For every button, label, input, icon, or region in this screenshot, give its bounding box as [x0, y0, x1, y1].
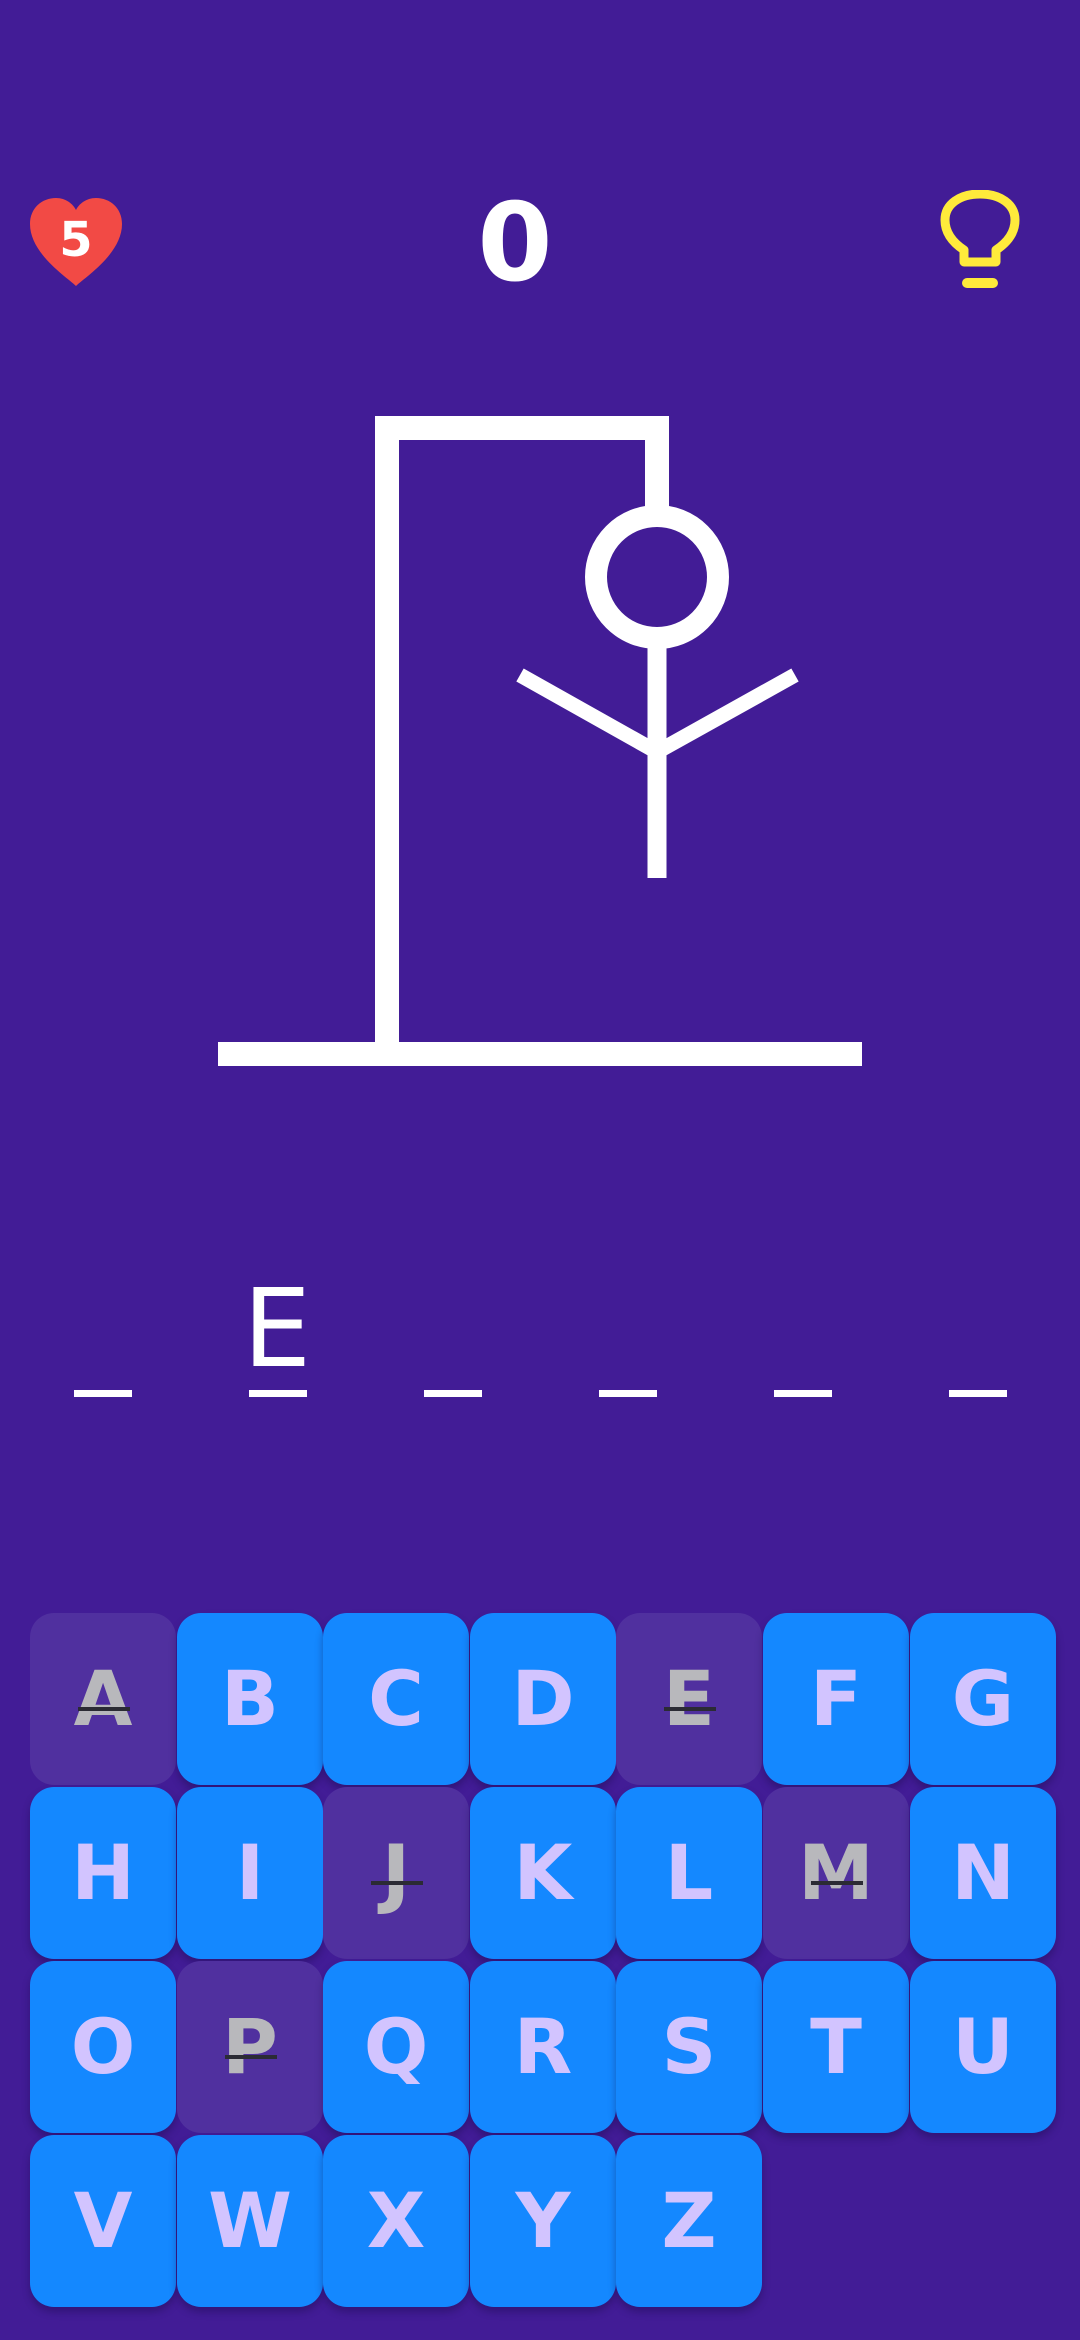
key-d[interactable]: D — [470, 1613, 616, 1785]
key-p[interactable]: P — [177, 1961, 323, 2133]
key-e[interactable]: E — [616, 1613, 762, 1785]
letter-slot — [62, 1270, 142, 1410]
key-r[interactable]: R — [470, 1961, 616, 2133]
slot-underline — [774, 1390, 832, 1397]
letter-slot — [937, 1270, 1017, 1410]
word-display: E — [0, 1270, 1080, 1410]
key-s[interactable]: S — [616, 1961, 762, 2133]
key-g[interactable]: G — [910, 1613, 1056, 1785]
slot-underline — [249, 1390, 307, 1397]
key-m[interactable]: M — [763, 1787, 909, 1959]
gallows-post — [375, 416, 399, 1042]
key-x[interactable]: X — [323, 2135, 469, 2307]
letter-slot: E — [237, 1270, 317, 1410]
key-o[interactable]: O — [30, 1961, 176, 2133]
letter-slot — [587, 1270, 667, 1410]
slot-underline — [74, 1390, 132, 1397]
key-b[interactable]: B — [177, 1613, 323, 1785]
key-f[interactable]: F — [763, 1613, 909, 1785]
slot-underline — [949, 1390, 1007, 1397]
key-q[interactable]: Q — [323, 1961, 469, 2133]
key-y[interactable]: Y — [470, 2135, 616, 2307]
key-w[interactable]: W — [177, 2135, 323, 2307]
key-n[interactable]: N — [910, 1787, 1056, 1959]
key-i[interactable]: I — [177, 1787, 323, 1959]
slot-underline — [599, 1390, 657, 1397]
key-j[interactable]: J — [323, 1787, 469, 1959]
key-u[interactable]: U — [910, 1961, 1056, 2133]
gallows-rope — [645, 416, 669, 512]
key-c[interactable]: C — [323, 1613, 469, 1785]
letter-slot — [412, 1270, 492, 1410]
key-k[interactable]: K — [470, 1787, 616, 1959]
gallows-beam — [375, 416, 669, 440]
hangman-left-arm — [516, 668, 661, 759]
key-t[interactable]: T — [763, 1961, 909, 2133]
key-v[interactable]: V — [30, 2135, 176, 2307]
slot-letter: E — [242, 1267, 312, 1392]
key-z[interactable]: Z — [616, 2135, 762, 2307]
letter-slot — [762, 1270, 842, 1410]
slot-underline — [424, 1390, 482, 1397]
key-h[interactable]: H — [30, 1787, 176, 1959]
hangman-head — [585, 505, 729, 649]
hangman-drawing — [218, 416, 862, 1066]
key-l[interactable]: L — [616, 1787, 762, 1959]
hangman-right-arm — [653, 668, 799, 759]
gallows-base — [218, 1042, 862, 1066]
key-a[interactable]: A — [30, 1613, 176, 1785]
